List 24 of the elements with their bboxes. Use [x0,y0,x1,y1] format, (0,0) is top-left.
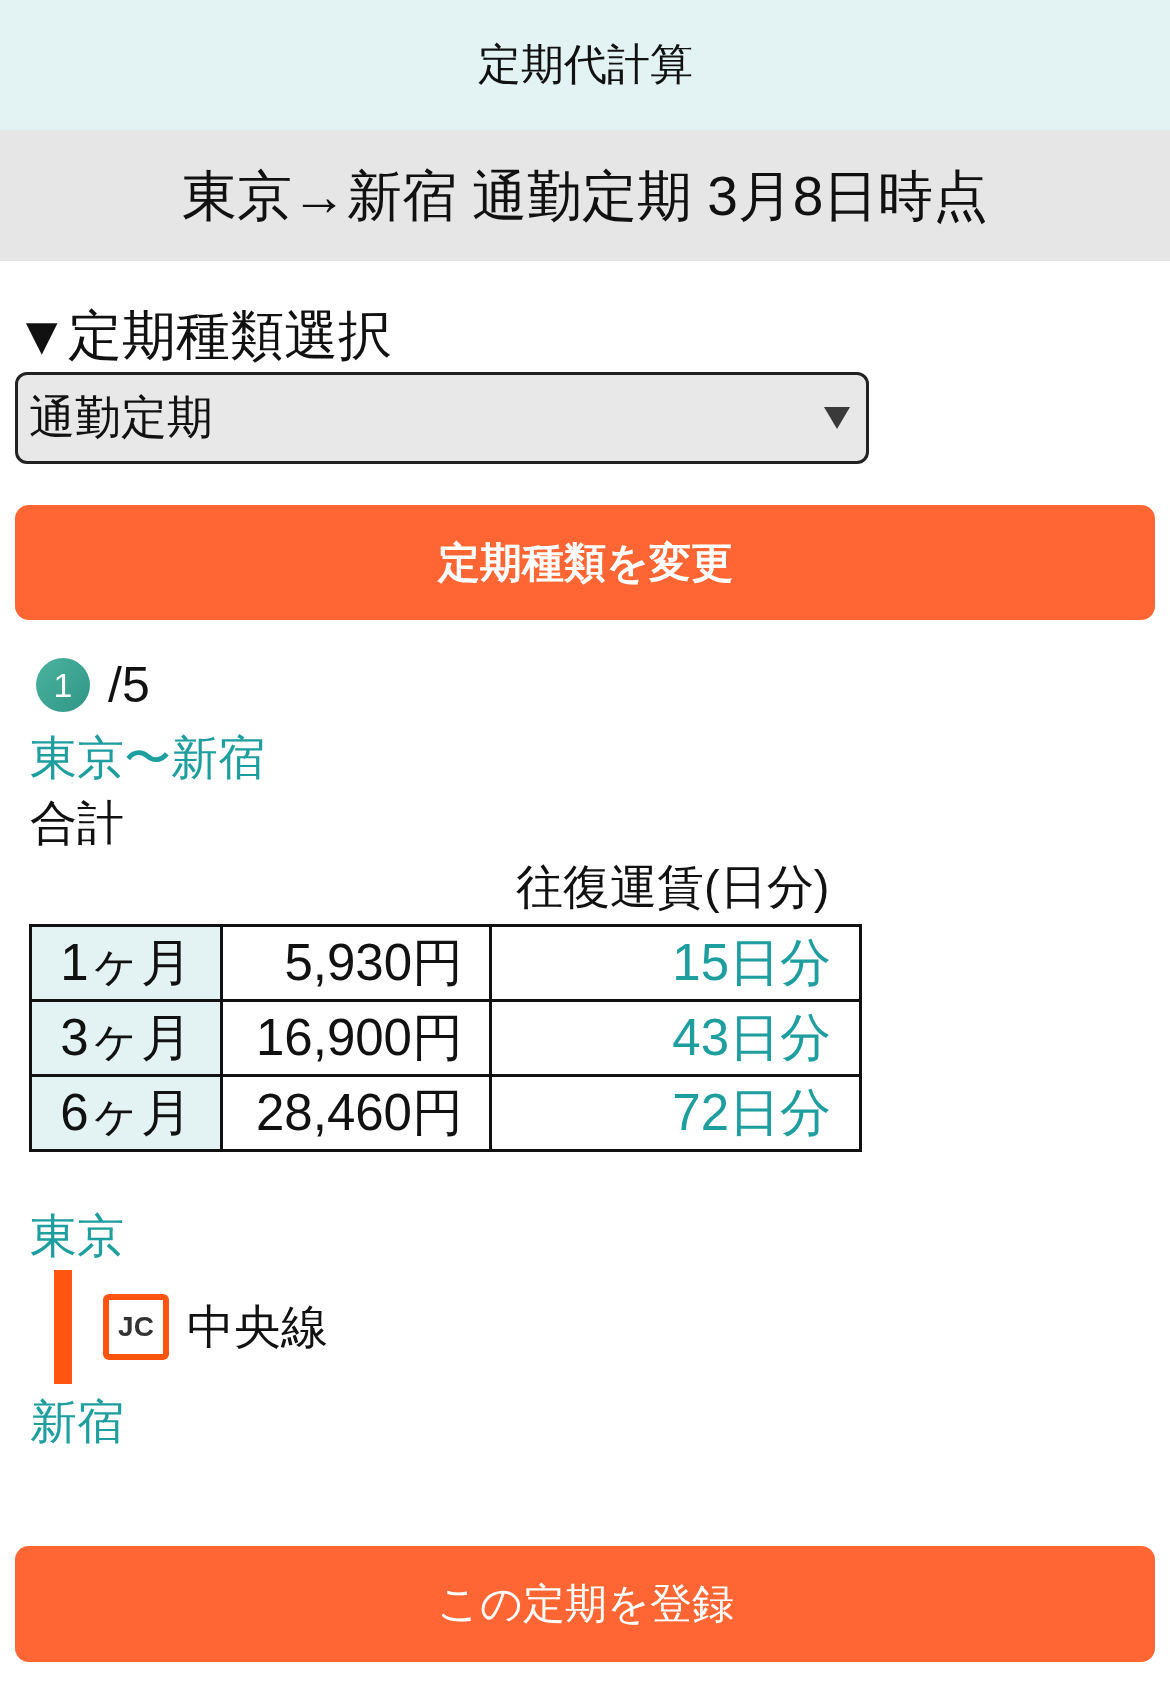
column-header: 往復運賃(日分) [516,859,830,915]
route-banner-text: 東京→新宿 通勤定期 3月8日時点 [181,163,989,229]
fare-cell: 16,900円 [221,1000,491,1076]
section-heading: ▼定期種類選択 [15,304,393,367]
period-cell: 6ヶ月 [30,1075,222,1151]
days-cell: 43日分 [490,1000,861,1076]
station-name: 東京 [30,1208,124,1264]
fare-cell: 28,460円 [221,1075,491,1151]
station-name: 新宿 [30,1394,124,1450]
days-cell: 15日分 [490,925,861,1001]
days-cell: 72日分 [490,1075,861,1151]
route-summary-title: 東京〜新宿 [30,730,265,786]
fare-cell: 5,930円 [221,925,491,1001]
period-cell: 3ヶ月 [30,1000,222,1076]
pass-type-select[interactable]: 通勤定期 [15,372,869,464]
line-name: 中央線 [187,1299,328,1355]
period-cell: 1ヶ月 [30,925,222,1001]
step-number: 1 [36,658,90,712]
register-pass-button[interactable]: この定期を登録 [15,1546,1155,1662]
caret-icon [824,407,850,429]
page-title: 定期代計算 [477,39,693,91]
change-pass-type-button[interactable]: 定期種類を変更 [15,505,1155,620]
step-total: /5 [108,656,150,715]
total-label: 合計 [30,795,124,851]
